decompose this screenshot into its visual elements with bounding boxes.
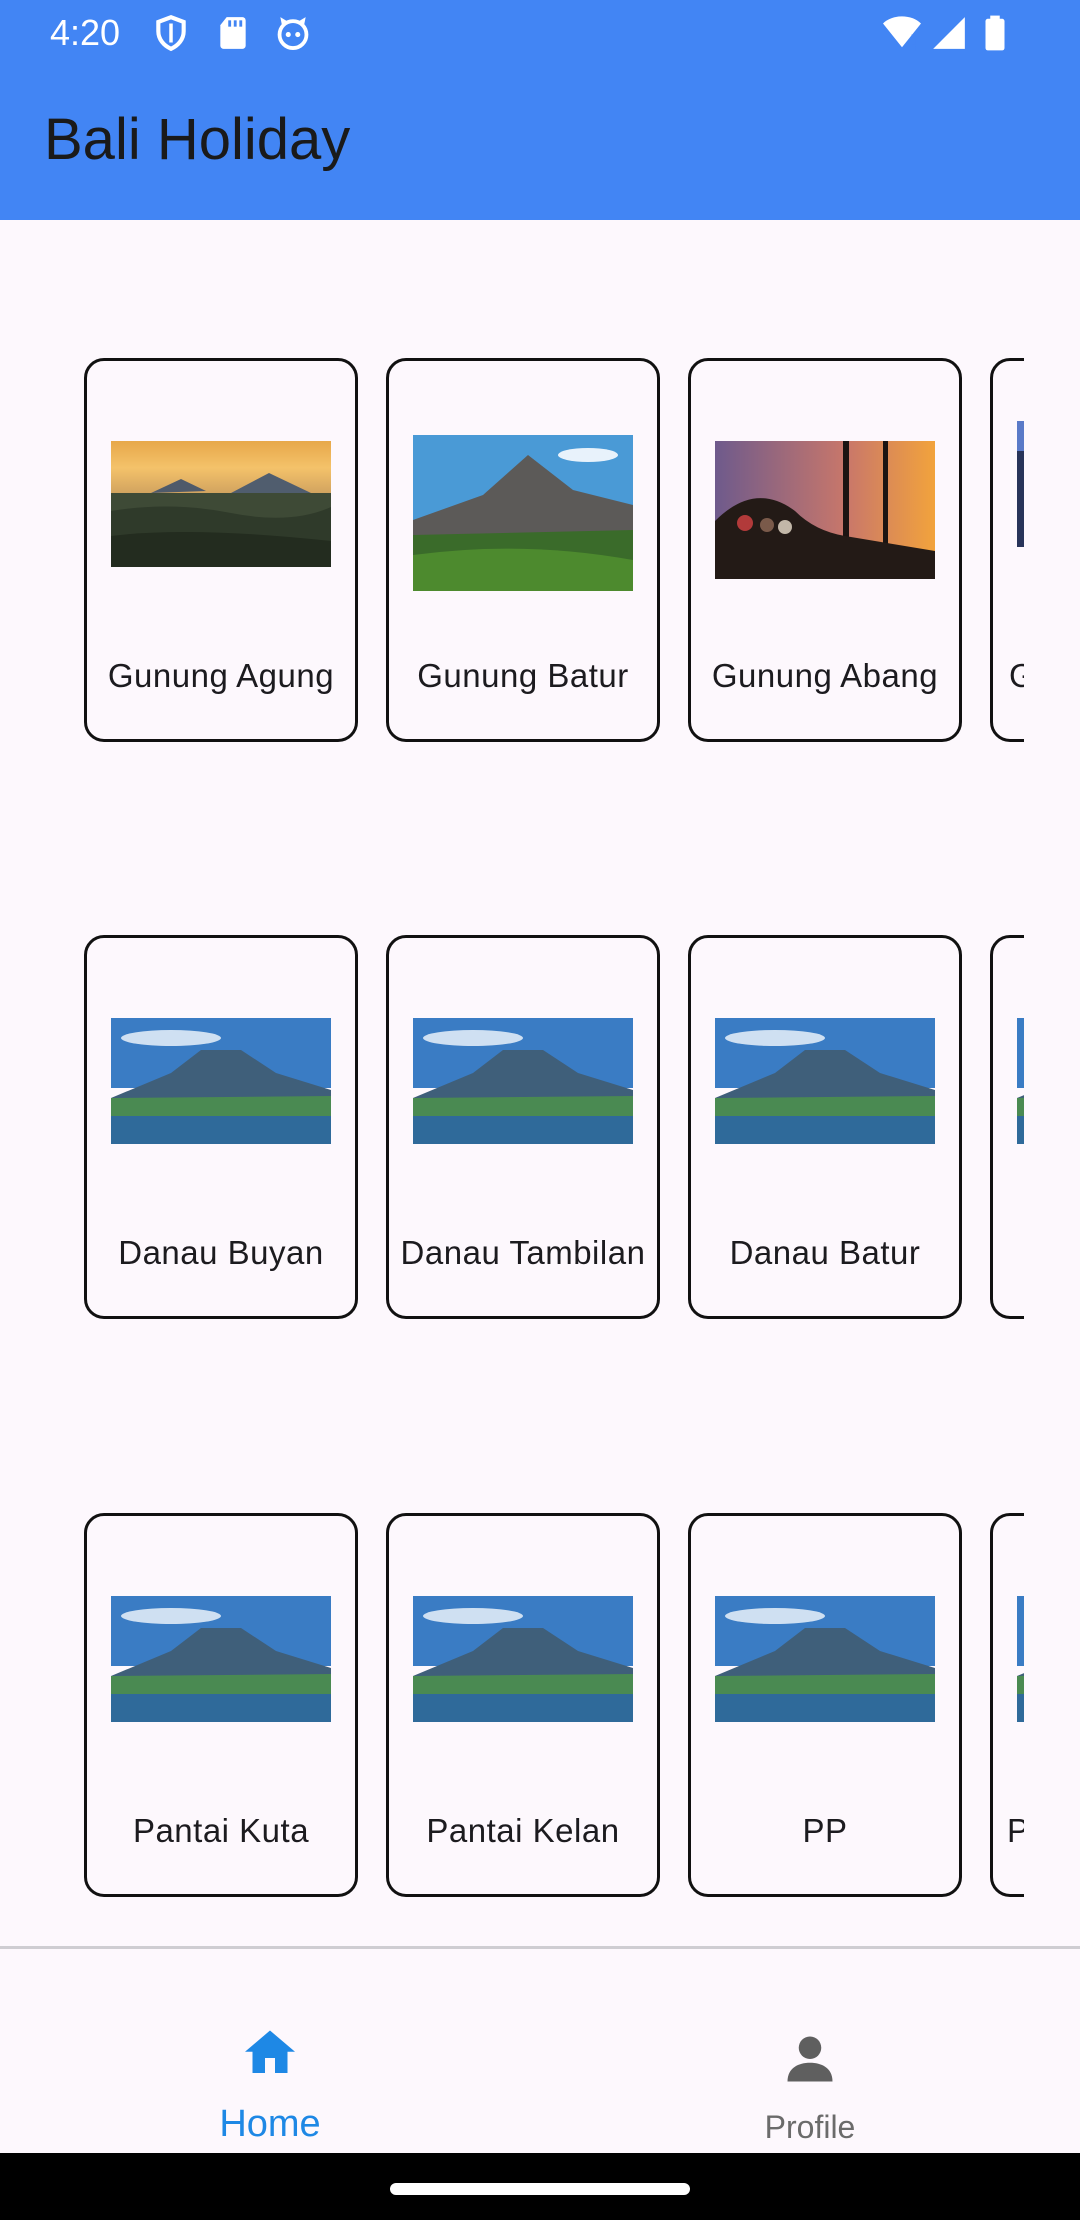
destination-image — [413, 1018, 633, 1144]
nav-label-home: Home — [219, 2103, 321, 2145]
battery-icon — [985, 15, 1005, 51]
status-time: 4:20 — [50, 12, 121, 53]
signal-icon — [933, 17, 965, 49]
destination-label: Pantai Kuta — [132, 1812, 310, 1849]
person-icon — [787, 2036, 833, 2082]
destination-image — [1017, 421, 1024, 547]
destination-label: Gunung Batur — [417, 657, 629, 694]
app-bar: 4:20 Bali Holiday — [0, 0, 1080, 220]
destination-image — [1017, 1596, 1024, 1722]
destination-card[interactable]: Gunung Agung — [84, 358, 358, 742]
destination-label: P — [993, 1812, 1024, 1850]
destination-card[interactable]: PP — [688, 1513, 962, 1897]
destination-card[interactable]: Gunung Abang — [688, 358, 962, 742]
destination-label: Danau Tambilan — [400, 1234, 646, 1271]
sd-card-icon — [220, 17, 246, 49]
destination-card[interactable]: Pantai Kelan — [386, 1513, 660, 1897]
nav-label-profile: Profile — [764, 2109, 856, 2145]
destination-image — [715, 441, 935, 579]
destination-card[interactable]: G — [990, 358, 1024, 742]
destination-image — [111, 1018, 331, 1144]
card-row[interactable]: Pantai Kuta Pantai Kelan PP — [0, 1513, 1024, 1897]
app-title: Bali Holiday — [44, 107, 351, 172]
destination-card[interactable]: P — [990, 1513, 1024, 1897]
destination-image — [413, 1596, 633, 1722]
cat-face-icon — [277, 17, 309, 50]
destination-label: G — [993, 657, 1024, 695]
destination-image — [1017, 1018, 1024, 1144]
destination-label: Danau Buyan — [118, 1234, 324, 1271]
shield-icon — [156, 14, 186, 52]
destination-card[interactable]: Pantai Kuta — [84, 1513, 358, 1897]
destination-card[interactable]: Danau Tambilan — [386, 935, 660, 1319]
destination-image — [413, 435, 633, 591]
destination-card[interactable]: Gunung Batur — [386, 358, 660, 742]
destination-card[interactable]: Danau Batur — [688, 935, 962, 1319]
bottom-navigation: Home Profile — [0, 1993, 1080, 2153]
card-row[interactable]: Danau Buyan Danau Tambilan Danau Batur — [0, 935, 1024, 1319]
card-row[interactable]: Gunung Agung Gunung Batur Gunung Abang — [0, 358, 1024, 742]
destination-label: Gunung Agung — [107, 657, 335, 694]
wifi-icon — [883, 16, 921, 51]
status-bar: 4:20 — [0, 0, 1080, 66]
destination-label: Gunung Abang — [711, 657, 939, 694]
gesture-handle[interactable] — [390, 2183, 690, 2195]
nav-item-home[interactable]: Home — [0, 1993, 540, 2153]
destination-image — [111, 1596, 331, 1722]
destination-label: PP — [802, 1812, 848, 1849]
nav-item-profile[interactable]: Profile — [540, 1993, 1080, 2153]
nav-divider — [0, 1946, 1080, 1949]
destination-image — [715, 1596, 935, 1722]
main-content[interactable]: Gunung Agung Gunung Batur Gunung Abang D… — [0, 220, 1080, 1946]
destination-label: Pantai Kelan — [426, 1812, 620, 1849]
destination-card[interactable] — [990, 935, 1024, 1319]
home-icon — [245, 2030, 295, 2073]
destination-image — [715, 1018, 935, 1144]
destination-card[interactable]: Danau Buyan — [84, 935, 358, 1319]
system-navigation-bar — [0, 2153, 1080, 2220]
destination-image — [111, 441, 331, 567]
destination-label: Danau Batur — [729, 1234, 921, 1271]
